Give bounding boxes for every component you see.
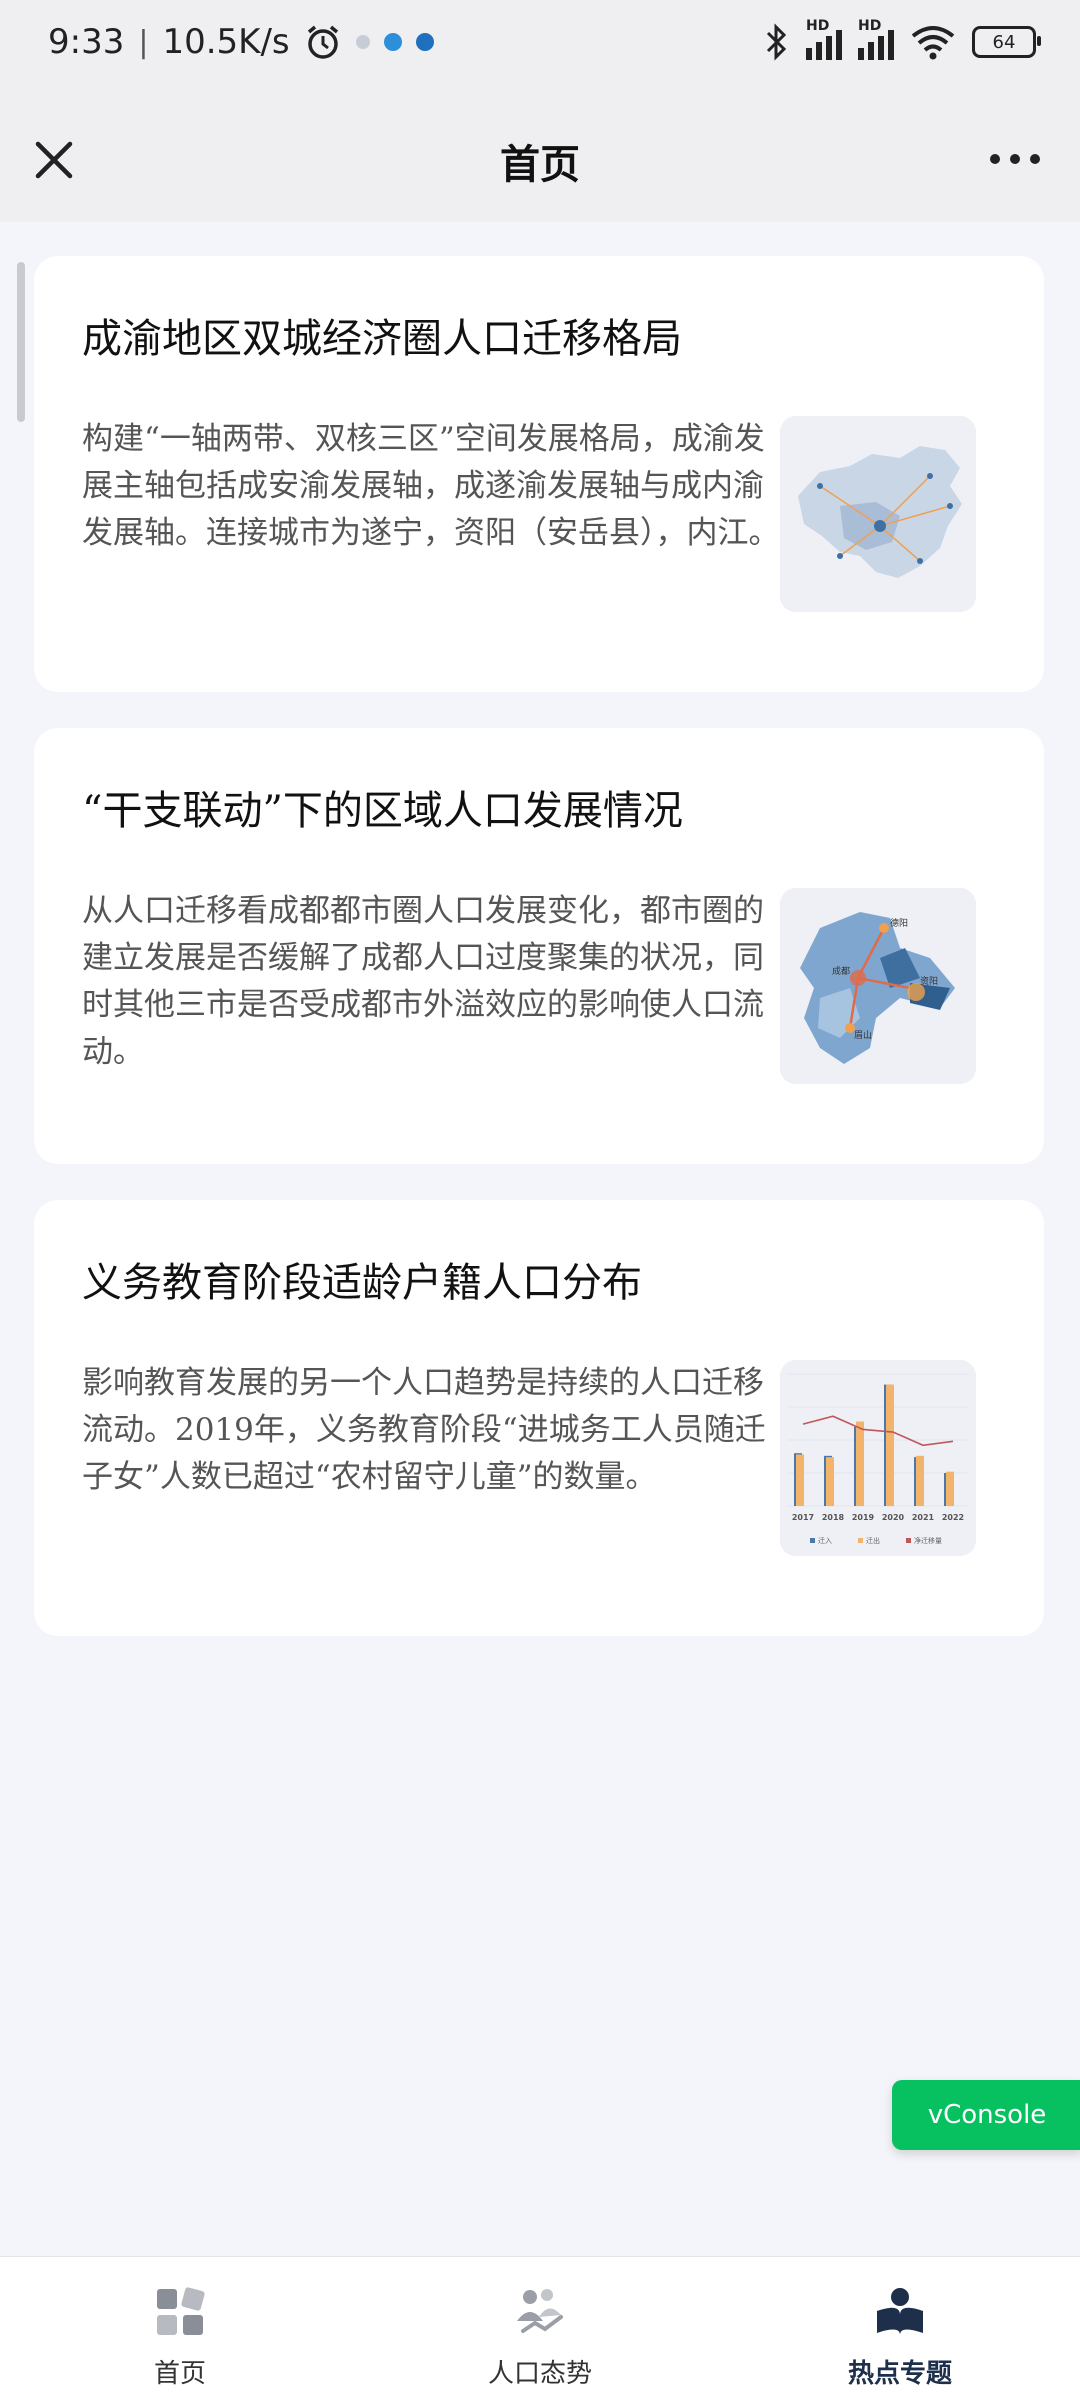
card-title: 成渝地区双城经济圈人口迁移格局 — [82, 316, 682, 362]
map-label-meishan: 眉山 — [854, 1030, 872, 1041]
signal-icon: HD — [806, 18, 842, 60]
legend-marker — [906, 1538, 911, 1543]
battery-icon: 64 — [972, 26, 1041, 58]
bar-迁出-2021 — [916, 1455, 924, 1506]
page-title: 首页 — [500, 142, 580, 188]
reader-book-icon — [877, 2288, 923, 2335]
card-title: “干支联动”下的区域人口发展情况 — [82, 788, 683, 834]
scrollbar[interactable] — [17, 262, 25, 422]
app-notification-icon-2 — [415, 33, 434, 51]
notification-icon — [355, 35, 370, 49]
chengdu-map-thumbnail: 德阳 成都 资阳 眉山 — [780, 888, 976, 1084]
tab-label: 首页 — [153, 2359, 206, 2389]
card-title: 义务教育阶段适龄户籍人口分布 — [82, 1260, 642, 1306]
tab-label: 热点专题 — [847, 2359, 952, 2389]
tab-hot-topics[interactable]: 热点专题 — [720, 2257, 1080, 2401]
bar-迁出-2020 — [886, 1384, 894, 1506]
card-description: 从人口迁移看成都都市圈人口发展变化，都市圈的建立发展是否缓解了成都人口过度聚集的… — [82, 893, 764, 1070]
map-label-ziyang: 资阳 — [920, 976, 938, 987]
map-label-deyang: 德阳 — [890, 917, 908, 929]
legend-marker — [810, 1538, 815, 1543]
tab-home[interactable]: 首页 — [0, 2257, 360, 2401]
more-icon[interactable] — [990, 154, 1040, 164]
signal-icon-2: HD — [858, 18, 894, 60]
vconsole-button[interactable]: vConsole — [892, 2080, 1080, 2150]
x-tick-label: 2021 — [912, 1513, 935, 1522]
tab-population-trend[interactable]: 人口态势 — [360, 2257, 720, 2401]
x-tick-label: 2017 — [792, 1513, 814, 1522]
map-label-chengdu: 成都 — [832, 965, 850, 977]
x-tick-label: 2020 — [882, 1513, 905, 1522]
china-map-thumbnail — [780, 416, 976, 612]
card-description: 影响教育发展的另一个人口趋势是持续的人口迁移流动。2019年，义务教育阶段“进城… — [82, 1365, 766, 1495]
card-description: 构建“一轴两带、双核三区”空间发展格局，成渝发展主轴包括成安渝发展轴，成遂渝发展… — [82, 421, 780, 551]
bar-迁出-2022 — [946, 1471, 954, 1506]
status-network-speed: 10.5K/s — [162, 22, 290, 62]
status-time: 9:33 — [48, 22, 125, 62]
legend-label: 迁入 — [818, 1536, 832, 1545]
bar-迁出-2017 — [796, 1454, 804, 1506]
status-bar: 9:33 | 10.5K/s HD HD 64 — [0, 0, 1080, 96]
status-left: 9:33 | 10.5K/s — [48, 22, 434, 62]
tab-label: 人口态势 — [487, 2359, 592, 2389]
mini-bar-chart: 2017 2018 2019 2020 2021 2022 迁入 迁出 净迁移量 — [780, 1360, 976, 1556]
legend-label: 净迁移量 — [914, 1536, 942, 1545]
legend-label: 迁出 — [866, 1536, 880, 1545]
bluetooth-icon — [766, 23, 787, 61]
grid-icon — [157, 2287, 205, 2335]
nav-header: 首页 — [0, 96, 1080, 222]
legend-marker — [858, 1538, 863, 1543]
topic-card-education[interactable]: 义务教育阶段适龄户籍人口分布 影响教育发展的另一个人口趋势是持续的人口迁移流动。… — [34, 1200, 1044, 1636]
status-separator: | — [138, 24, 149, 60]
x-tick-label: 2018 — [822, 1513, 845, 1522]
wifi-icon — [911, 26, 955, 60]
x-tick-label: 2019 — [852, 1513, 875, 1522]
bar-迁出-2019 — [856, 1421, 864, 1506]
bar-迁出-2018 — [826, 1457, 834, 1506]
x-tick-label: 2022 — [942, 1513, 964, 1522]
bottom-tab-bar: 首页 人口态势 热点专题 — [0, 2256, 1080, 2401]
population-bar-chart-thumbnail: 2017 2018 2019 2020 2021 2022 迁入 迁出 净迁移量 — [780, 1360, 976, 1556]
topic-card-migration[interactable]: 成渝地区双城经济圈人口迁移格局 构建“一轴两带、双核三区”空间发展格局，成渝发展… — [34, 256, 1044, 692]
topic-card-regional[interactable]: “干支联动”下的区域人口发展情况 从人口迁移看成都都市圈人口发展变化，都市圈的建… — [34, 728, 1044, 1164]
people-trend-icon — [517, 2289, 563, 2333]
app-notification-icon — [383, 33, 402, 51]
alarm-icon — [307, 25, 338, 59]
status-right: HD HD 64 — [764, 18, 1041, 62]
battery-level: 64 — [992, 31, 1016, 53]
